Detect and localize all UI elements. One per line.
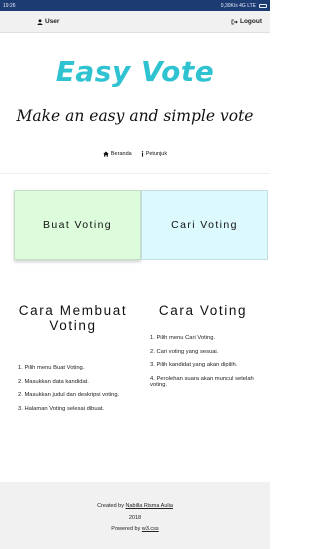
buat-voting-card[interactable]: Buat Voting <box>14 190 141 260</box>
buat-voting-label: Buat Voting <box>42 219 113 231</box>
logout-icon <box>231 19 238 24</box>
nav-help[interactable]: Petunjuk <box>141 151 167 157</box>
main-nav: Beranda Petunjuk <box>0 151 270 157</box>
steps-voting: 1. Pilih menu Cari Voting. 2. Cari votin… <box>150 335 268 396</box>
step-item: 2. Masukkan judul dan deskripsi voting. <box>18 392 120 398</box>
home-icon <box>103 151 109 157</box>
divider <box>0 173 270 174</box>
step-item: 1. Pilih menu Buat Voting. <box>18 365 85 371</box>
footer: Created by Nabilla Risma Aulia 2018 Powe… <box>0 482 270 549</box>
footer-powered: Powered by w3.css <box>0 526 270 532</box>
footer-created-prefix: Created by <box>97 503 126 509</box>
status-time: 19:26 <box>3 2 16 9</box>
user-label: User <box>45 18 60 25</box>
step-item: 3. Halaman Voting selesai dibuat. <box>18 405 105 412</box>
footer-powered-prefix: Powered by <box>111 526 142 532</box>
cari-voting-label: Cari Voting <box>171 219 238 231</box>
user-menu[interactable]: User <box>37 18 59 25</box>
nav-home-label: Beranda <box>110 151 132 157</box>
top-bar: User Logout <box>0 11 270 33</box>
footer-year: 2018 <box>128 515 142 521</box>
section-title-voting: Cara Voting <box>158 303 248 318</box>
step-item: 1. Pilih menu Cari Voting. <box>150 335 216 341</box>
status-bar: 19:26 0,30K/s 4G LTE <box>0 0 270 11</box>
app-logo: Easy Vote <box>55 55 215 88</box>
steps-membuat: 1. Pilih menu Buat Voting. 2. Masukkan d… <box>18 365 136 419</box>
section-title-membuat: Cara Membuat Voting <box>18 303 128 333</box>
step-item: 2. Cari voting yang sesuai. <box>150 348 219 355</box>
person-icon <box>37 18 43 25</box>
nav-help-label: Petunjuk <box>145 151 168 157</box>
info-icon <box>141 151 143 157</box>
author-link[interactable]: Nabilla Risma Aulia <box>126 503 173 509</box>
battery-icon <box>259 3 267 8</box>
footer-credit: Created by Nabilla Risma Aulia <box>0 503 270 509</box>
cari-voting-card[interactable]: Cari Voting <box>141 190 268 260</box>
step-item: 4. Perolehan suara akan muncul setelah v… <box>150 375 254 389</box>
nav-home[interactable]: Beranda <box>103 151 132 157</box>
status-network: 0,30K/s 4G LTE <box>220 2 256 9</box>
step-item: 2. Masukkan data kandidat. <box>18 378 89 385</box>
logout-label: Logout <box>239 18 262 25</box>
w3css-link[interactable]: w3.css <box>142 526 159 532</box>
step-item: 3. Pilih kandidat yang akan dipilih. <box>150 362 238 368</box>
logout-button[interactable]: Logout <box>231 18 262 25</box>
tagline: Make an easy and simple vote <box>16 107 254 125</box>
